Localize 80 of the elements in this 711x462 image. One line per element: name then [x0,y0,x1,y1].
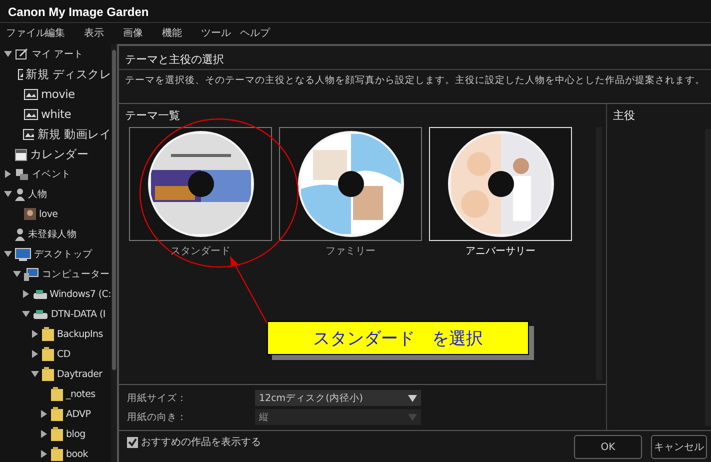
folder-icon [42,367,54,381]
collapsed-triangle-icon[interactable] [40,450,48,458]
monitor-icon [15,248,31,260]
menu-item[interactable]: ヘルプ [240,26,279,40]
tree-item-label[interactable]: BackupIns [57,328,103,340]
folder-icon [42,327,54,341]
tree-item-label[interactable]: love [39,208,58,220]
folder-icon [51,427,63,441]
menu-item[interactable]: ファイル [6,26,45,40]
field-label: 用紙サイズ： [127,392,188,404]
tree-item-label[interactable]: コンピューター [42,268,110,280]
dialog-button[interactable]: キャンセル [651,435,707,459]
tree-item-label[interactable]: white [41,107,71,121]
tree-item-label[interactable]: 未登録人物 [28,228,77,240]
menu-item[interactable]: 機能 [162,26,201,40]
tree-item-label[interactable]: 人物 [28,188,48,200]
tree-item-label[interactable]: DTN-DATA (I [51,308,106,320]
folder-icon [42,347,54,361]
tree-item-label[interactable]: Daytrader [57,368,102,380]
tree-item-label[interactable]: ADVP [66,408,91,420]
expanded-triangle-icon[interactable] [13,270,21,278]
collapsed-triangle-icon[interactable] [31,350,39,358]
dropdown-arrow-icon [408,394,417,402]
checkbox[interactable] [127,436,138,448]
theme-card[interactable] [279,127,422,241]
tree-item-label[interactable]: book [66,448,88,460]
expanded-triangle-icon[interactable] [22,310,30,318]
tree-item-label[interactable]: カレンダー [30,146,89,162]
menu-item[interactable]: ツール [201,26,240,40]
menu-item[interactable]: 表示 [84,26,123,40]
portrait-thumbnail-icon [24,208,36,220]
tree-item-label[interactable]: 新規 動画レイ [37,126,111,142]
collapsed-triangle-icon[interactable] [22,290,30,298]
image-icon [18,68,23,80]
tree-item-label[interactable]: _notes [66,388,96,400]
image-icon [22,128,34,140]
tree-item-label[interactable]: CD [57,348,70,360]
person-icon [15,228,25,240]
folder-icon [51,447,63,461]
drive-icon [33,288,47,300]
theme-label: アニバーサリー [466,245,536,258]
tree-item-label[interactable]: イベント [32,168,71,180]
dialog-title: テーマと主役の選択 [119,46,711,70]
menu-item[interactable]: 編集 [45,26,84,40]
tree-item-label[interactable]: デスクトップ [34,248,92,260]
collapsed-triangle-icon[interactable] [40,430,48,438]
image-icon [24,88,38,100]
dropdown-arrow-icon [408,414,417,420]
section-heading: 主役 [612,108,636,124]
section-heading: テーマ一覧 [124,108,181,124]
expanded-triangle-icon[interactable] [31,370,39,378]
tree-item-label[interactable]: Windows7 (C: [50,288,111,300]
dialog-button[interactable]: OK [574,435,642,459]
computer-icon [24,268,39,280]
pencil-frame-icon [15,48,29,60]
scrollbar[interactable] [111,44,117,462]
calendar-icon [15,148,27,160]
tree-item-label[interactable]: マイ アート [32,48,84,60]
person-icon [15,188,25,200]
collapsed-triangle-icon[interactable] [31,330,39,338]
check-icon [128,438,137,446]
dropdown[interactable]: 12cmディスク(内径小) [255,390,421,406]
folder-icon [51,387,63,401]
event-icon [15,168,29,180]
expanded-triangle-icon[interactable] [4,50,12,58]
tree-item-label[interactable]: movie [41,87,75,101]
collapsed-triangle-icon[interactable] [40,410,48,418]
collapsed-triangle-icon[interactable] [4,170,12,178]
expanded-triangle-icon[interactable] [4,250,12,258]
drive-icon [33,308,48,320]
theme-label: ファミリー [326,245,376,258]
expanded-triangle-icon[interactable] [4,190,12,198]
tree-item-label[interactable]: blog [66,428,86,440]
menu-item[interactable]: 画像 [123,26,162,40]
image-icon [24,108,38,120]
tree-item-label[interactable]: 新規 ディスクレ [26,66,111,82]
folder-icon [51,407,63,421]
theme-card[interactable] [129,127,272,241]
dialog-description: テーマを選択後、そのテーマの主役となる人物を顔写真から設定します。主役に設定した人物を中心とした作品が提案されます。 [119,70,711,104]
field-label: 用紙の向き： [127,410,188,424]
